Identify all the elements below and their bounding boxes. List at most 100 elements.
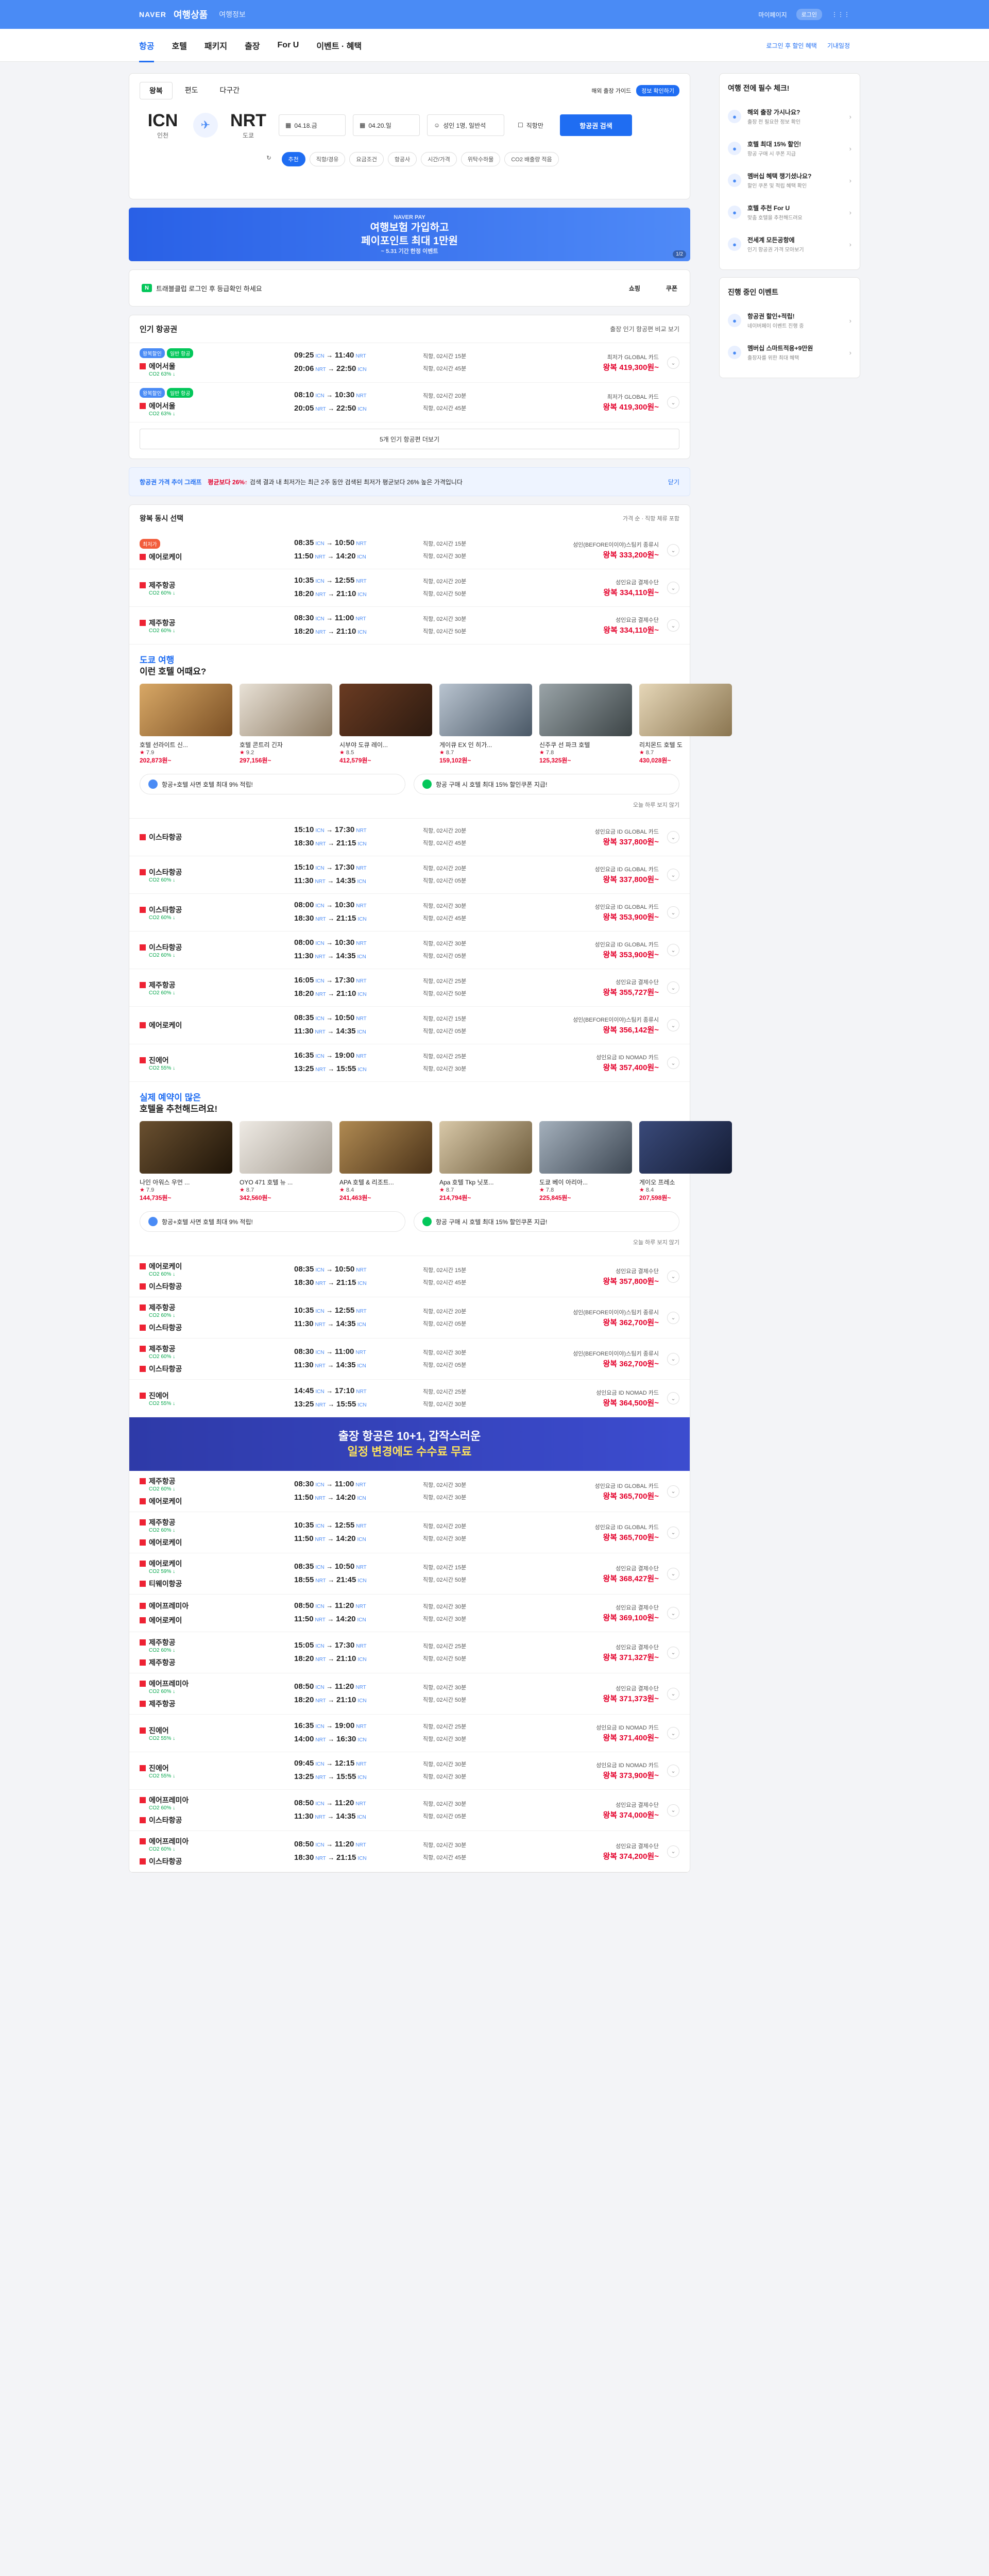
departure-date-field[interactable]: ▦ 04.18.금 [279,114,346,136]
close-notice-button[interactable]: 닫기 [668,478,679,486]
flight-row[interactable]: 이스타항공 CO2 60% ↓ 08:00 ICN → 10:30 NRT 11:30 NR… [129,931,690,969]
fare-price[interactable]: 왕복 374,200원~ [603,1852,659,1862]
fare-price[interactable]: 왕복 371,373원~ [603,1694,659,1704]
price-trend-title[interactable]: 항공권 가격 추이 그래프 [140,478,201,486]
hotel-image[interactable] [339,684,432,736]
fare-price[interactable]: 왕복 364,500원~ [596,1398,659,1409]
overseas-guide-badge[interactable]: 정보 확인하기 [636,85,679,96]
hotel-coupon-banner[interactable]: 항공 구매 시 호텔 최대 15% 할인쿠폰 지급! [414,774,679,794]
insurance-banner[interactable]: NAVER PAY 여행보험 가입하고 페이포인트 최대 1만원 ~ 5.31 기간 … [129,208,690,261]
passenger-field[interactable]: ☺ 성인 1명, 일반석 [427,114,504,136]
business-trip-ad[interactable]: 출장 항공은 10+1, 갑작스러운 일정 변경에도 수수료 무료 [129,1417,690,1471]
login-benefit-link[interactable]: 로그인 후 할인 혜택 [766,41,817,50]
flight-row[interactable]: 제주항공 CO2 60% ↓ 이스타항공 08:30 ICN → 11:00 NRT 11:… [129,1338,690,1380]
fare-price[interactable]: 왕복 371,327원~ [603,1653,659,1663]
expand-chevron-icon[interactable]: ⌄ [667,1485,679,1498]
flight-row[interactable]: 제주항공 CO2 60% ↓ 이스타항공 10:35 ICN → 12:55 NRT 11:… [129,1297,690,1338]
expand-chevron-icon[interactable]: ⌄ [667,357,679,369]
expand-chevron-icon[interactable]: ⌄ [667,1352,679,1365]
travel-club-promo[interactable]: N 트래블클럽 로그인 후 등급확인 하세요 쇼핑 쿠폰 [129,269,690,307]
apps-grid-icon[interactable]: ⋮⋮⋮ [831,11,850,18]
expand-chevron-icon[interactable]: ⌄ [667,619,679,632]
hotel-card[interactable]: 리치몬드 호텔 도 ★ 8.7 430,028원~ [639,684,732,765]
hotel-image[interactable] [140,1121,232,1174]
mypage-link[interactable]: 마이페이지 [758,10,787,19]
expand-chevron-icon[interactable]: ⌄ [667,1019,679,1031]
trip-type-tab[interactable]: 편도 [176,82,208,99]
fare-price[interactable]: 왕복 419,300원~ [603,363,659,373]
hotel-image[interactable] [339,1121,432,1174]
fare-price[interactable]: 왕복 353,900원~ [594,950,659,960]
more-popular-button[interactable]: 5개 인기 항공편 더보기 [140,429,679,449]
hotel-coupon-banner[interactable]: 항공 구매 시 호텔 최대 15% 할인쿠폰 지급! [414,1211,679,1232]
hotel-image[interactable] [240,684,332,736]
flight-row[interactable]: 에어로케이 CO2 60% ↓ 이스타항공 08:35 ICN → 10:50 NRT 18… [129,1256,690,1297]
flight-row[interactable]: 최저가 에어로케이 08:35 ICN → 10:50 NRT 11:50 NRT → 14… [129,532,690,569]
flight-row[interactable]: 진에어 CO2 55% ↓ 16:35 ICN → 19:00 NRT 14:00 NRT … [129,1715,690,1752]
hotel-card[interactable]: 나인 아워스 우먼 ... ★ 7.9 144,735원~ [140,1121,232,1202]
fare-price[interactable]: 왕복 356,142원~ [573,1025,659,1036]
fare-price[interactable]: 왕복 333,200원~ [573,550,659,561]
search-button[interactable]: 항공권 검색 [560,114,632,136]
fare-price[interactable]: 왕복 369,100원~ [603,1613,659,1623]
nav-tab[interactable]: 항공 [139,29,155,62]
hotel-image[interactable] [439,1121,532,1174]
expand-chevron-icon[interactable]: ⌄ [667,396,679,409]
expand-chevron-icon[interactable]: ⌄ [667,944,679,956]
hide-today-link[interactable]: 오늘 하루 보지 않기 [140,799,679,813]
flight-row[interactable]: 이스타항공 15:10 ICN → 17:30 NRT 18:30 NRT → 21:15… [129,819,690,856]
fare-price[interactable]: 왕복 368,427원~ [603,1574,659,1584]
swap-airports-icon[interactable]: ✈ [193,113,218,138]
flight-row[interactable]: 제주항공 CO2 60% ↓ 08:30 ICN → 11:00 NRT 18:20 NRT… [129,607,690,645]
expand-chevron-icon[interactable]: ⌄ [667,906,679,919]
overseas-guide-link[interactable]: 해외 출장 가이드 [591,87,631,95]
expand-chevron-icon[interactable]: ⌄ [667,582,679,594]
trip-type-tab[interactable]: 다구간 [211,82,249,99]
popular-compare-link[interactable]: 출장 인기 항공편 비교 보기 [610,325,679,333]
expand-chevron-icon[interactable]: ⌄ [667,544,679,556]
flight-row[interactable]: 진에어 CO2 55% ↓ 14:45 ICN → 17:10 NRT 13:25 NRT … [129,1380,690,1417]
flight-row[interactable]: 제주항공 CO2 60% ↓ 에어로케이 10:35 ICN → 12:55 NRT 11:… [129,1512,690,1553]
login-pill[interactable]: 로그인 [796,9,822,20]
fare-price[interactable]: 왕복 334,110원~ [603,588,659,598]
shopping-link[interactable]: 쇼핑 [629,284,640,293]
hotel-image[interactable] [539,1121,632,1174]
nav-tab[interactable]: 호텔 [172,39,186,52]
side-item[interactable]: ● 호텔 추천 For U 맞춤 호텔을 추천해드려요 › [728,196,851,228]
expand-chevron-icon[interactable]: ⌄ [667,1845,679,1858]
fare-price[interactable]: 왕복 371,400원~ [596,1733,659,1743]
flight-row[interactable]: 이스타항공 CO2 60% ↓ 15:10 ICN → 17:30 NRT 11:30 NR… [129,856,690,894]
filter-chip[interactable]: 시간/가격 [421,152,457,166]
flight-row[interactable]: 왕복할인 일반 항공 에어서울 CO2 63% ↓ 09:25 ICN → 11:40 NR… [129,343,690,383]
hotel-image[interactable] [639,684,732,736]
direct-only-checkbox[interactable]: ☐ 직항만 [511,114,553,136]
flight-row[interactable]: 에어프레미아 CO2 60% ↓ 이스타항공 08:50 ICN → 11:20 NRT 1… [129,1831,690,1872]
flight-row[interactable]: 에어프레미아 에어로케이 08:50 ICN → 11:20 NRT 11:50 NRT →… [129,1595,690,1632]
expand-chevron-icon[interactable]: ⌄ [667,1057,679,1069]
expand-chevron-icon[interactable]: ⌄ [667,1567,679,1580]
hotel-image[interactable] [539,684,632,736]
hotel-card[interactable]: 시부야 도큐 레이... ★ 8.5 412,579원~ [339,684,432,765]
hotel-image[interactable] [240,1121,332,1174]
flight-row[interactable]: 제주항공 CO2 60% ↓ 16:05 ICN → 17:30 NRT 18:20 NRT… [129,969,690,1007]
flight-row[interactable]: 이스타항공 CO2 60% ↓ 08:00 ICN → 10:30 NRT 18:30 NR… [129,894,690,931]
filter-chip[interactable]: 요금조건 [349,152,384,166]
origin-airport[interactable]: ICN 인천 [140,111,186,140]
flight-row[interactable]: 제주항공 CO2 60% ↓ 10:35 ICN → 12:55 NRT 18:20 NRT… [129,569,690,607]
naver-logo[interactable]: NAVER [139,10,166,19]
refresh-icon[interactable]: ↻ [260,152,277,166]
flight-row[interactable]: 에어프레미아 CO2 60% ↓ 제주항공 08:50 ICN → 11:20 NRT 18… [129,1673,690,1715]
round-trip-select[interactable]: 왕복 동시 선택 [140,513,183,523]
hotel-points-banner[interactable]: 항공+호텔 사면 호텔 최대 9% 적립! [140,774,405,794]
fare-price[interactable]: 왕복 337,800원~ [594,837,659,848]
hotel-card[interactable]: Apa 호텔 Tkp 닛포... ★ 8.7 214,794원~ [439,1121,532,1202]
banner-pager[interactable]: 1/2 [673,250,686,258]
fare-price[interactable]: 왕복 334,110원~ [603,625,659,636]
fare-price[interactable]: 왕복 357,800원~ [603,1277,659,1287]
filter-chip[interactable]: 위탁수하물 [461,152,501,166]
side-item[interactable]: ● 해외 출장 가시나요? 출장 전 필요한 정보 확인 › [728,100,851,132]
hotel-card[interactable]: 도쿄 베이 아리아... ★ 7.8 225,845원~ [539,1121,632,1202]
flight-row[interactable]: 왕복할인 일반 항공 에어서울 CO2 63% ↓ 08:10 ICN → 10:30 NR… [129,383,690,422]
filter-chip[interactable]: 추천 [281,152,305,166]
hotel-image[interactable] [140,684,232,736]
